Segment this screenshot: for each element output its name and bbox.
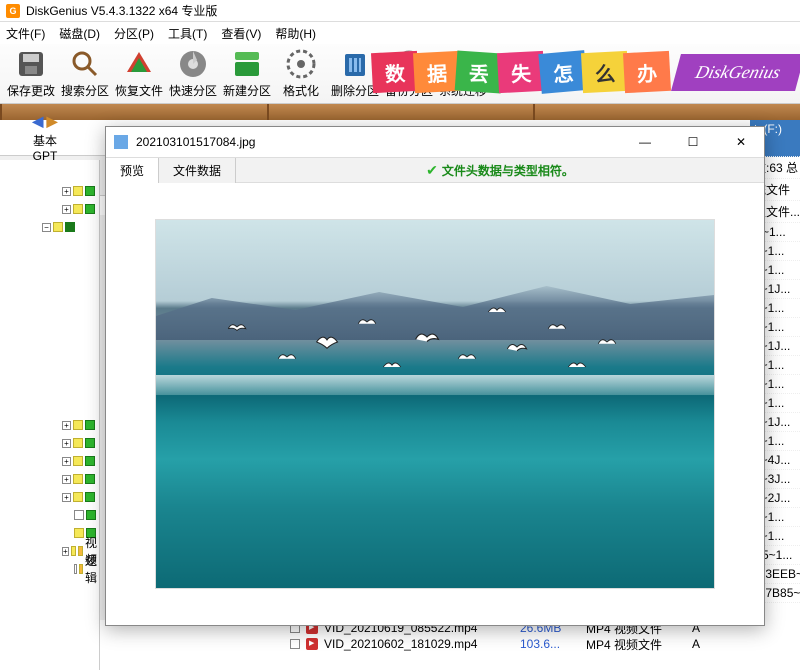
close-button[interactable]: ✕ [726,135,756,149]
new-partition-button[interactable]: 新建分区 [220,46,274,102]
minimize-button[interactable]: — [630,135,660,149]
preview-image [155,219,715,589]
folder-tree[interactable]: + + − + + + + + +视频 逻辑 [0,160,99,582]
expand-icon[interactable]: + [62,439,71,448]
expand-icon[interactable]: + [62,205,71,214]
window-titlebar: G DiskGenius V5.4.3.1322 x64 专业版 [0,0,800,22]
banner-char-2: 据 [413,51,461,93]
format-icon [285,48,317,80]
banner-char-1: 数 [371,51,419,93]
quick-partition-button[interactable]: 快速分区 [166,46,220,102]
nav-forward-icon[interactable]: ▶ [47,113,58,129]
expand-icon[interactable]: + [62,187,71,196]
banner-brand: DiskGenius [671,54,800,91]
toolbar: 保存更改 搜索分区 恢复文件 快速分区 新建分区 格式化 删除分区 备份分区 系… [0,44,800,104]
save-button[interactable]: 保存更改 [4,46,58,102]
new-icon [231,48,263,80]
expand-icon[interactable]: + [62,421,71,430]
menu-file[interactable]: 文件(F) [6,25,45,42]
promo-banner: 数 据 丢 失 怎 么 办 DiskGenius [374,44,800,100]
tree-item-other[interactable]: 逻辑 [85,552,97,586]
menu-tools[interactable]: 工具(T) [168,25,207,42]
file-name: VID_20210602_181029.mp4 [324,637,514,651]
nav-arrows: ◀ ▶ 基本 GPT [0,113,90,163]
image-file-icon [114,135,128,149]
expand-icon[interactable]: + [62,493,71,502]
nav-back-icon[interactable]: ◀ [33,113,44,129]
preview-body [106,183,764,625]
file-size: 103.6... [520,637,580,651]
menu-view[interactable]: 查看(V) [221,25,261,42]
preview-filename: 202103101517084.jpg [136,135,255,149]
preview-status: ✔ 文件头数据与类型相符。 [236,162,764,179]
expand-icon[interactable]: + [62,475,71,484]
tab-preview[interactable]: 预览 [106,158,159,183]
maximize-button[interactable]: ☐ [678,135,708,149]
window-title: DiskGenius V5.4.3.1322 x64 专业版 [26,2,217,19]
file-row[interactable]: VID_20210602_181029.mp4 103.6... MP4 视频文… [100,636,750,652]
quick-icon [177,48,209,80]
nav-basic-label: 基本 [0,132,90,149]
delete-icon [339,48,371,80]
expand-icon[interactable]: + [62,547,69,556]
recover-icon [123,48,155,80]
preview-titlebar[interactable]: 202103101517084.jpg — ☐ ✕ [106,127,764,157]
menu-help[interactable]: 帮助(H) [275,25,316,42]
search-partition-button[interactable]: 搜索分区 [58,46,112,102]
banner-char-6: 么 [581,51,629,93]
banner-char-3: 丢 [455,50,504,93]
menu-disk[interactable]: 磁盘(D) [59,25,100,42]
file-type: MP4 视频文件 [586,636,686,653]
app-icon: G [6,4,20,18]
preview-window: 202103101517084.jpg — ☐ ✕ 预览 文件数据 ✔ 文件头数… [105,126,765,626]
banner-char-7: 办 [623,51,671,93]
preview-tabs: 预览 文件数据 ✔ 文件头数据与类型相符。 [106,157,764,183]
menubar: 文件(F) 磁盘(D) 分区(P) 工具(T) 查看(V) 帮助(H) [0,22,800,44]
expand-icon[interactable]: + [62,457,71,466]
file-list: VID_20210619_085522.mp4 26.6MB MP4 视频文件 … [100,620,750,670]
recover-button[interactable]: 恢复文件 [112,46,166,102]
disk-icon [15,48,47,80]
format-button[interactable]: 格式化 [274,46,328,102]
magnifier-icon [69,48,101,80]
checkmark-icon: ✔ [426,162,438,179]
file-attr: A [692,637,700,651]
checkbox[interactable] [290,639,300,649]
disk-map-bar[interactable] [0,104,800,120]
tab-file-data[interactable]: 文件数据 [159,158,236,183]
menu-partition[interactable]: 分区(P) [114,25,154,42]
tree-panel: + + − + + + + + +视频 逻辑 [0,160,100,670]
video-file-icon [306,638,318,650]
collapse-icon[interactable]: − [42,223,51,232]
